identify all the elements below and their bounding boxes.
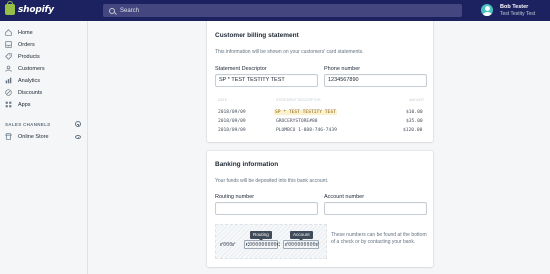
orders-icon — [5, 41, 12, 48]
account-label: Account number — [324, 194, 365, 200]
customers-icon — [5, 65, 12, 72]
statement-descriptor: PLUMBCO 1-888-746-7439 — [276, 128, 337, 133]
sidebar-item-label: Customers — [18, 65, 45, 72]
sidebar-item-label: Analytics — [18, 77, 41, 84]
sidebar-item-orders[interactable]: Orders — [5, 40, 35, 49]
user-name[interactable]: Bob Tester — [500, 4, 528, 10]
statement-descriptor: GROCERYSTORE#88 — [276, 119, 318, 124]
sidebar-item-home[interactable]: Home — [5, 28, 33, 37]
sidebar-item-customers[interactable]: Customers — [5, 64, 45, 73]
avatar[interactable] — [481, 4, 493, 16]
phone-label: Phone number — [324, 66, 361, 72]
statement-amount: $35.00 — [406, 119, 423, 124]
cheque-micr-account: ⑈000000000⑈ — [285, 243, 319, 248]
logo-text: shopify — [18, 4, 54, 15]
sidebar-item-label: Discounts — [18, 89, 43, 96]
statement-amount: $10.00 — [406, 110, 423, 115]
store-name[interactable]: Test Testity Test — [500, 11, 535, 17]
shopify-bag-icon — [5, 1, 15, 15]
sales-channels-heading: SALES CHANNELS — [5, 122, 51, 127]
add-channel-icon[interactable] — [75, 121, 81, 127]
statement-header-amount: AMOUNT — [409, 98, 425, 102]
routing-number-field[interactable] — [215, 202, 318, 215]
sidebar-item-analytics[interactable]: Analytics — [5, 76, 40, 85]
statement-descriptor-highlight: SP * TEST TESTITY TEST — [274, 110, 337, 115]
routing-tooltip: Routing — [250, 231, 272, 241]
eye-icon[interactable] — [75, 135, 81, 139]
bank-numbers-note: These numbers can be found at the bottom… — [331, 232, 427, 245]
routing-label: Routing number — [215, 194, 255, 200]
sidebar-item-apps[interactable]: Apps — [5, 100, 31, 109]
products-icon — [5, 53, 12, 60]
account-number-field[interactable] — [324, 202, 427, 215]
sidebar-item-label: Home — [18, 29, 33, 36]
sidebar-item-label: Online Store — [18, 133, 49, 140]
search-input[interactable]: Search — [103, 4, 462, 17]
shopify-logo[interactable]: shopify — [5, 1, 54, 15]
banking-title: Banking information — [215, 161, 279, 168]
cheque-micr-routing: ⑆000000000⑆ — [246, 243, 280, 248]
sidebar-item-label: Apps — [18, 101, 31, 108]
account-tooltip: Account — [290, 231, 313, 241]
apps-icon — [5, 101, 12, 108]
billing-title: Customer billing statement — [215, 32, 299, 39]
discounts-icon — [5, 89, 12, 96]
top-bar: shopify Search Bob Tester Test Testity T… — [0, 0, 550, 21]
analytics-icon — [5, 77, 12, 84]
cheque-micr-check-number: ⑈000⑈ — [220, 243, 236, 248]
statement-date: 2018/09/09 — [218, 119, 246, 124]
sidebar-item-label: Products — [18, 53, 40, 60]
statement-header-date: DATE — [218, 98, 228, 102]
statement-amount: $120.00 — [403, 128, 423, 133]
sidebar-item-label: Orders — [18, 41, 35, 48]
descriptor-field[interactable]: SP * TEST TESTITY TEST — [215, 74, 318, 87]
statement-date: 2018/09/09 — [218, 110, 246, 115]
sidebar-item-online-store[interactable]: Online Store — [5, 132, 49, 141]
statement-header-descriptor: STATEMENT DESCRIPTOR — [276, 98, 321, 102]
phone-field[interactable]: 1234567890 — [324, 74, 427, 87]
online-store-icon — [5, 133, 12, 140]
sidebar: Home Orders Products Customers Analytics… — [0, 21, 88, 274]
home-icon — [5, 29, 12, 36]
billing-description: This information will be shown on your c… — [215, 49, 364, 55]
sidebar-item-products[interactable]: Products — [5, 52, 40, 61]
statement-date: 2018/09/09 — [218, 128, 246, 133]
descriptor-label: Statement Descriptor — [215, 66, 267, 72]
search-placeholder: Search — [120, 7, 140, 14]
search-icon — [109, 7, 115, 14]
banking-description: Your funds will be deposited into this b… — [215, 178, 329, 184]
sidebar-item-discounts[interactable]: Discounts — [5, 88, 42, 97]
